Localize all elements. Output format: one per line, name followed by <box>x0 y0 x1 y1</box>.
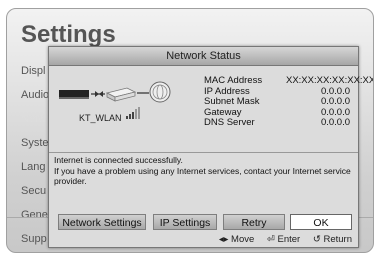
move-arrows-icon: ◂▸ <box>218 234 229 245</box>
status-message-line1: Internet is connected successfully. <box>54 155 183 165</box>
status-message: Internet is connected successfully. If y… <box>54 155 354 187</box>
network-info: MAC Address XX:XX:XX:XX:XX:XX IP Address 0… <box>204 75 374 129</box>
router-icon <box>105 87 137 102</box>
status-panel: KT_WLAN MAC Address XX:XX:XX:XX:XX:XX IP … <box>49 66 374 153</box>
retry-button[interactable]: Retry <box>223 214 285 230</box>
info-row-mac: MAC Address XX:XX:XX:XX:XX:XX <box>204 75 374 86</box>
dialog-title: Network Status <box>49 47 358 66</box>
return-hint: ↺ Return <box>312 234 352 245</box>
status-message-line2: If you have a problem using any Internet… <box>54 165 351 187</box>
settings-title: Settings <box>21 21 116 48</box>
link-ok-icon <box>91 91 105 97</box>
return-icon: ↺ <box>312 234 321 245</box>
enter-icon: ⏎ <box>266 234 275 245</box>
player-icon <box>59 90 89 99</box>
connection-diagram <box>59 81 171 103</box>
ip-settings-button[interactable]: IP Settings <box>153 214 217 230</box>
network-status-dialog: Network Status KT_WLAN MAC Address XX:XX… <box>48 46 374 248</box>
wifi-signal-icon <box>126 107 140 119</box>
settings-screen: Settings Displ Audio Netw Syste Lang Sec… <box>6 8 374 253</box>
info-row-dns: DNS Server 0.0.0.0 <box>204 117 350 128</box>
ok-button[interactable]: OK <box>290 214 352 230</box>
enter-hint: ⏎ Enter <box>266 234 301 245</box>
move-hint: ◂▸ Move <box>218 234 255 245</box>
key-hints: ◂▸ Move ⏎ Enter ↺ Return <box>209 234 352 245</box>
info-row-subnet: Subnet Mask 0.0.0.0 <box>204 96 350 107</box>
globe-icon <box>149 81 171 103</box>
ssid-label: KT_WLAN <box>79 113 122 123</box>
network-settings-button[interactable]: Network Settings <box>58 214 146 230</box>
button-bar: Network Settings IP Settings Retry OK <box>49 210 358 232</box>
